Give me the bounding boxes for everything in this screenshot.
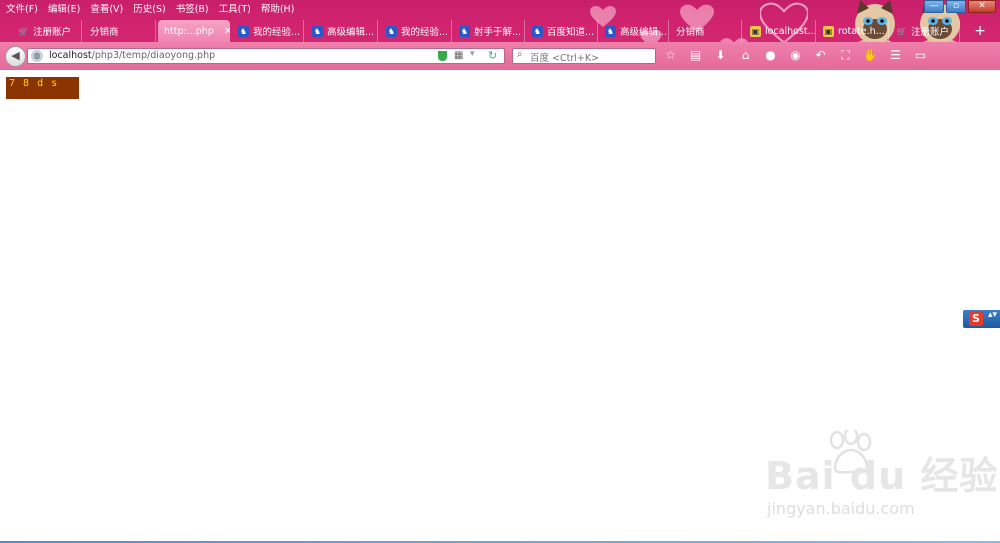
tab-label: 注册账户 bbox=[911, 27, 950, 38]
reload-icon[interactable]: ↻ bbox=[488, 49, 497, 62]
tab-active-php[interactable]: http:...php ✕ bbox=[158, 20, 230, 42]
tab-advanced-edit-2[interactable]: ♞ 高级编辑... bbox=[599, 20, 669, 42]
menu-file[interactable]: 文件(F) bbox=[6, 1, 38, 15]
tab-distributor[interactable]: 分销商 bbox=[84, 20, 156, 42]
close-window-button[interactable]: ✕ bbox=[968, 0, 996, 13]
screen-icon[interactable]: ▭ bbox=[912, 47, 929, 64]
chevron-down-icon[interactable]: ▾ bbox=[470, 49, 475, 59]
baidu-icon: ♞ bbox=[459, 25, 470, 37]
new-tab-button[interactable]: + bbox=[974, 22, 986, 40]
tab-strip: 🛒 注册账户 分销商 http:...php ✕ ♞ 我的经验... ♞ 高级编… bbox=[0, 20, 1000, 42]
url-text[interactable]: localhost/php3/temp/diaoyong.php bbox=[49, 50, 215, 61]
menu-bookmarks[interactable]: 书签(B) bbox=[176, 1, 209, 15]
tab-label: 分销商 bbox=[90, 27, 119, 38]
watermark-url: jingyan.baidu.com bbox=[767, 499, 915, 518]
menu-icon[interactable]: ☰ bbox=[887, 47, 904, 64]
shield-icon[interactable] bbox=[438, 51, 447, 61]
tab-advanced-edit[interactable]: ♞ 高级编辑... bbox=[306, 20, 378, 42]
tab-close-icon[interactable]: ✕ bbox=[224, 26, 230, 37]
tab-distributor-2[interactable]: 分销商 bbox=[670, 20, 742, 42]
window-controls: — ▫ ✕ bbox=[924, 0, 996, 13]
mouse-gesture-icon[interactable]: ✋ bbox=[862, 47, 879, 64]
cart-icon: 🛒 bbox=[896, 26, 907, 36]
search-input[interactable]: 百度 <Ctrl+K> bbox=[530, 50, 599, 64]
minimize-button[interactable]: — bbox=[924, 0, 944, 13]
url-path: /php3/temp/diaoyong.php bbox=[91, 50, 216, 61]
tab-my-experience-2[interactable]: ♞ 我的经验... bbox=[380, 20, 452, 42]
sogou-ime-icon: S bbox=[969, 312, 983, 326]
php-output-box: 7 8 d s bbox=[6, 77, 79, 99]
tab-register-account[interactable]: 🛒 注册账户 bbox=[12, 20, 82, 42]
ime-toggle-icon[interactable]: ▴▾ bbox=[988, 311, 997, 320]
home-icon[interactable]: ⌂ bbox=[737, 47, 754, 64]
download-icon[interactable]: ⬇ bbox=[712, 47, 729, 64]
undo-icon[interactable]: ↶ bbox=[812, 47, 829, 64]
navigation-toolbar: ◀ ◍ localhost/php3/temp/diaoyong.php ▦ ▾… bbox=[0, 42, 1000, 70]
tab-rotate[interactable]: ▣ rotate.h... bbox=[817, 20, 889, 42]
image-icon: ▣ bbox=[823, 25, 834, 37]
tab-label: 高级编辑... bbox=[620, 27, 668, 38]
baidu-icon: ♞ bbox=[238, 25, 249, 37]
menu-view[interactable]: 查看(V) bbox=[90, 1, 123, 15]
search-bar[interactable]: ⌕ 百度 <Ctrl+K> bbox=[512, 48, 656, 64]
browser-chrome: 文件(F) 编辑(E) 查看(V) 历史(S) 书签(B) 工具(T) 帮助(H… bbox=[0, 0, 1000, 70]
baidu-icon: ♞ bbox=[386, 25, 397, 37]
baidu-icon: ♞ bbox=[532, 25, 543, 37]
tab-label: 射手于解... bbox=[474, 27, 522, 38]
tab-label: http:...php bbox=[164, 25, 214, 37]
tab-label: rotate.h... bbox=[838, 25, 885, 37]
menu-help[interactable]: 帮助(H) bbox=[261, 1, 295, 15]
addon-icon[interactable]: ◉ bbox=[787, 47, 804, 64]
menu-edit[interactable]: 编辑(E) bbox=[48, 1, 80, 15]
watermark-logo-text: Bai du 经验 bbox=[765, 454, 999, 498]
maximize-button[interactable]: ▫ bbox=[946, 0, 966, 13]
menu-history[interactable]: 历史(S) bbox=[133, 1, 165, 15]
page-content: 7 8 d s S ▴▾ Bai du 经验 jingyan.baidu.com bbox=[0, 70, 1000, 543]
search-icon: ⌕ bbox=[517, 49, 523, 60]
back-button[interactable]: ◀ bbox=[5, 46, 26, 67]
tab-label: 注册账户 bbox=[33, 27, 72, 38]
baidu-icon: ♞ bbox=[312, 25, 323, 37]
baidu-jingyan-watermark: Bai du 经验 jingyan.baidu.com bbox=[765, 430, 997, 530]
cart-icon: 🛒 bbox=[18, 26, 29, 36]
tab-my-experience[interactable]: ♞ 我的经验... bbox=[232, 20, 304, 42]
tab-label: 高级编辑... bbox=[327, 27, 375, 38]
menu-tools[interactable]: 工具(T) bbox=[219, 1, 251, 15]
php-output-text: 7 8 d s bbox=[9, 78, 59, 89]
tab-register-account-2[interactable]: 🛒 注册账户 bbox=[890, 20, 960, 42]
tab-label: 百度知道... bbox=[547, 27, 595, 38]
tab-label: 我的经验... bbox=[401, 27, 449, 38]
site-identity-icon[interactable]: ◍ bbox=[31, 50, 43, 62]
tab-label: 分销商 bbox=[676, 27, 705, 38]
qr-code-icon[interactable]: ▦ bbox=[454, 50, 463, 61]
capture-icon[interactable]: ⛶ bbox=[837, 47, 854, 64]
menu-bar: 文件(F) 编辑(E) 查看(V) 历史(S) 书签(B) 工具(T) 帮助(H… bbox=[0, 0, 294, 16]
toolbar-icons: ☆ ▤ ⬇ ⌂ ● ◉ ↶ ⛶ ✋ ☰ ▭ bbox=[662, 47, 929, 64]
tab-label: localhost... bbox=[765, 25, 816, 37]
sogou-ime-widget[interactable]: S ▴▾ bbox=[963, 310, 1000, 328]
image-icon: ▣ bbox=[750, 25, 761, 37]
tab-baidu-zhidao[interactable]: ♞ 百度知道... bbox=[526, 20, 598, 42]
tab-label: 我的经验... bbox=[253, 27, 301, 38]
chat-icon[interactable]: ● bbox=[762, 47, 779, 64]
tab-localhost[interactable]: ▣ localhost... bbox=[744, 20, 816, 42]
url-bar[interactable]: ◍ localhost/php3/temp/diaoyong.php ▦ ▾ ↻ bbox=[27, 48, 505, 64]
tab-shooter[interactable]: ♞ 射手于解... bbox=[453, 20, 525, 42]
baidu-icon: ♞ bbox=[605, 25, 616, 37]
url-host: localhost bbox=[49, 50, 92, 61]
clipboard-icon[interactable]: ▤ bbox=[687, 47, 704, 64]
bookmark-star-icon[interactable]: ☆ bbox=[662, 47, 679, 64]
